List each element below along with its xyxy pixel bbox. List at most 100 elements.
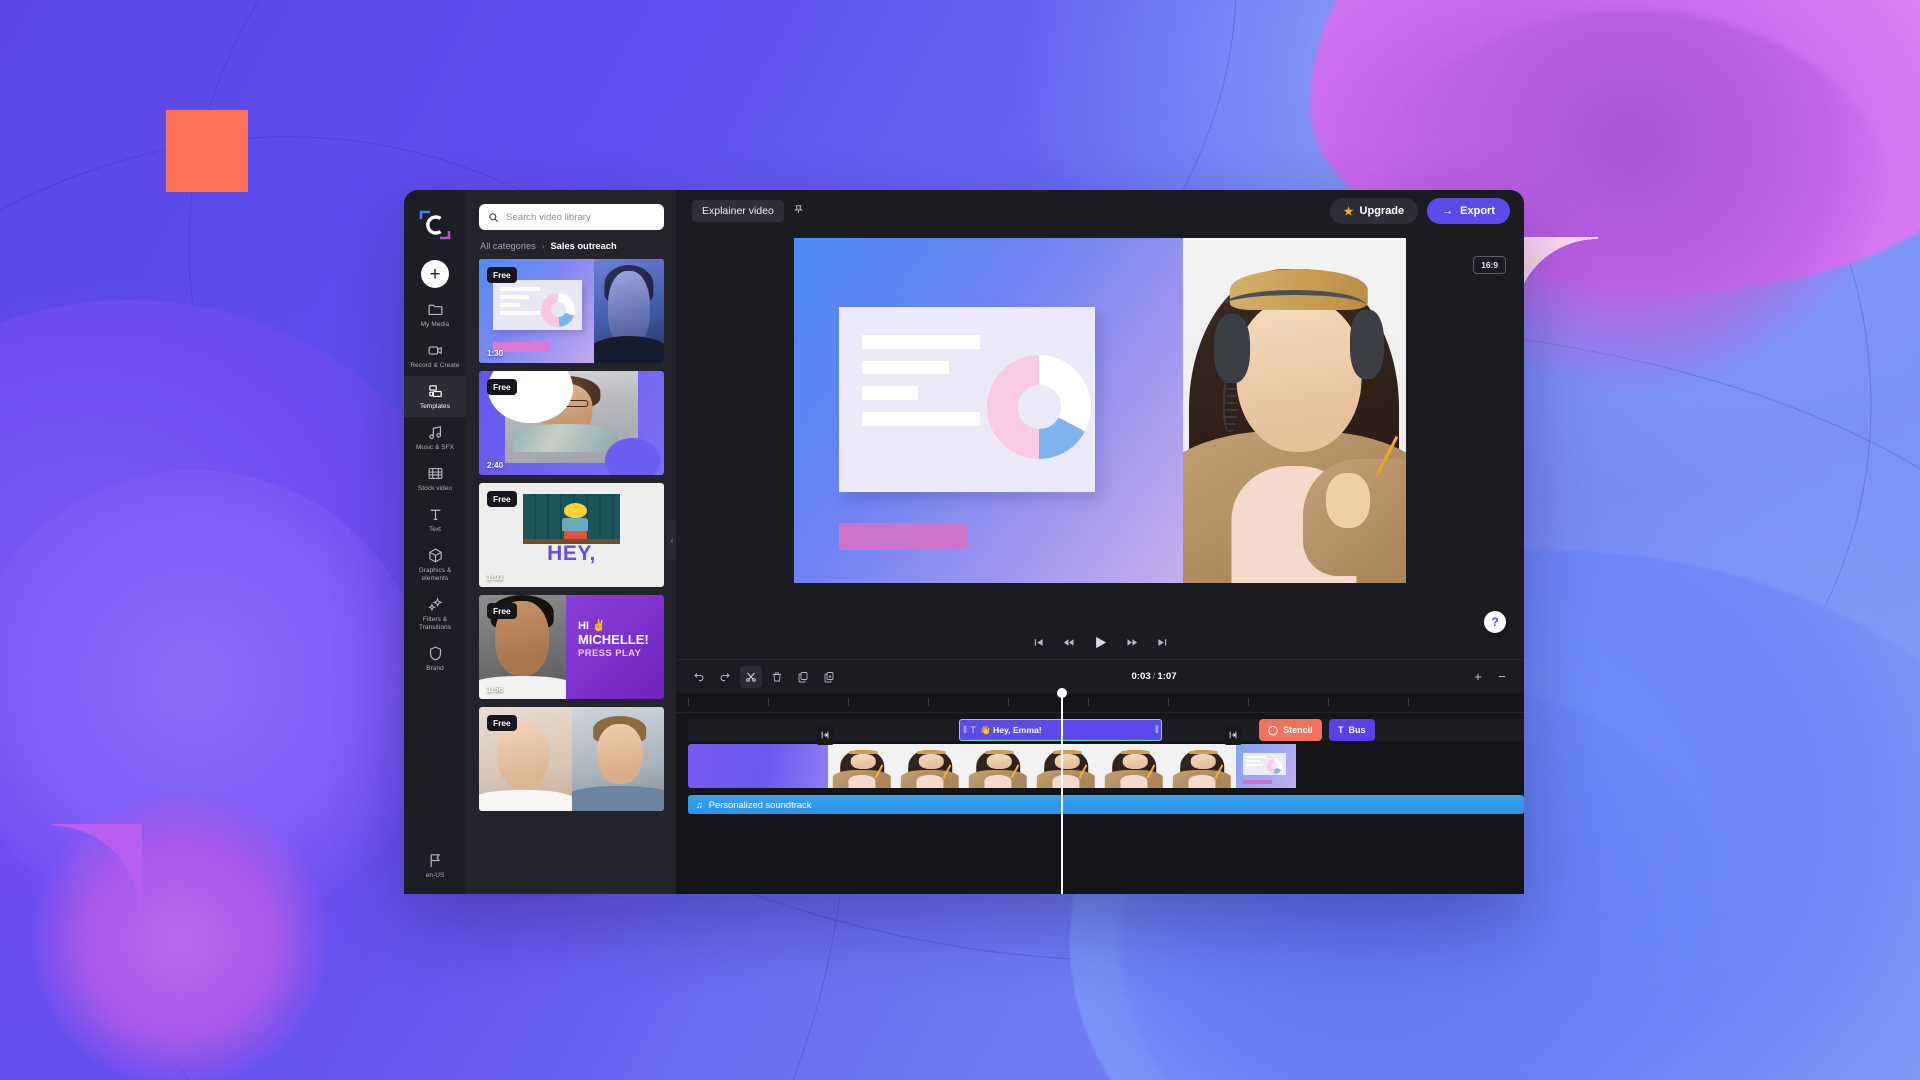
fast-forward-icon[interactable] (1126, 637, 1138, 648)
rewind-icon[interactable] (1063, 637, 1074, 648)
zoom-out-button[interactable]: − (1492, 667, 1512, 687)
timeline-ruler[interactable] (676, 693, 1524, 713)
transition-icon[interactable] (816, 725, 834, 745)
sidebar-item-templates[interactable]: Templates (404, 376, 466, 417)
duration-label: 1:30 (487, 349, 504, 358)
zoom-in-button[interactable]: + (1468, 667, 1488, 687)
search-icon (489, 212, 499, 222)
donut-chart (987, 354, 1092, 459)
sidebar-item-filters-transitions[interactable]: Filters & Transitions (404, 589, 466, 638)
template-line-2: MICHELLE! (577, 631, 649, 647)
sidebar-item-music-sfx[interactable]: Music & SFX (404, 417, 466, 458)
text-t-icon: T (1338, 725, 1344, 735)
bus-label: Bus (1348, 725, 1366, 735)
preview-area: 16:9 ? (676, 232, 1524, 633)
template-decor-circle-2 (604, 437, 661, 475)
total-time: 1:07 (1157, 671, 1177, 682)
video-thumbnail (828, 744, 896, 788)
clip-right-handle[interactable]: ‖ (1155, 725, 1159, 736)
redo-button[interactable] (714, 666, 736, 688)
duplicate-button[interactable] (792, 666, 814, 688)
star-icon: ★ (1343, 205, 1354, 218)
help-button[interactable]: ? (1484, 611, 1506, 633)
free-badge: Free (487, 379, 517, 395)
audio-track-label: Personalized soundtrack (708, 799, 812, 810)
text-clip-hey-emma[interactable]: ‖ T 👋 Hey, Emma! ‖ (959, 719, 1162, 741)
templates-icon (428, 385, 442, 398)
top-bar: Explainer video ★ Upgrade → Export (676, 190, 1524, 232)
template-text-panel: HI ✌ MICHELLE! PRESS PLAY (565, 595, 664, 699)
text-clip-label: 👋 Hey, Emma! (979, 724, 1042, 735)
bus-text-clip[interactable]: T Bus (1329, 719, 1375, 741)
music-note-icon: ♫ (696, 799, 703, 810)
duration-label: 2:40 (487, 461, 504, 470)
undo-button[interactable] (688, 666, 710, 688)
skip-back-icon[interactable] (1033, 637, 1044, 648)
sidebar-item-stock-video[interactable]: Stock video (404, 458, 466, 499)
chevron-right-icon: › (541, 241, 545, 251)
pin-icon[interactable] (793, 204, 804, 218)
template-card-hey-cartoon[interactable]: HEY, Free 1:03 (479, 483, 664, 587)
video-clip-presenter[interactable] (828, 744, 1236, 788)
split-button[interactable] (740, 665, 762, 688)
video-clip-outro[interactable] (1236, 744, 1296, 788)
stencil-clip[interactable]: ◯ Stencil (1259, 719, 1322, 741)
templates-panel: Search video library All categories › Sa… (466, 190, 676, 894)
video-preview[interactable] (794, 238, 1406, 583)
breadcrumb: All categories › Sales outreach (480, 241, 664, 251)
music-note-icon (428, 426, 441, 440)
sidebar-item-label: Templates (419, 403, 451, 410)
breadcrumb-root[interactable]: All categories (480, 241, 536, 251)
template-card-two-people-split[interactable]: Free (479, 707, 664, 811)
video-thumbnail (964, 744, 1032, 788)
text-t-icon: T (970, 724, 976, 736)
panel-collapse-handle[interactable]: ‹ (667, 520, 676, 560)
clipchamp-logo-icon[interactable] (418, 208, 452, 242)
sidebar-item-label: Brand (426, 665, 444, 672)
main-area: Explainer video ★ Upgrade → Export 16:9 (676, 190, 1524, 894)
sidebar-item-label: Record & Create (410, 362, 460, 369)
duration-label: 1:56 (487, 685, 504, 694)
upgrade-button[interactable]: ★ Upgrade (1329, 198, 1419, 224)
video-camera-icon (428, 346, 442, 355)
sidebar-item-my-media[interactable]: My Media (404, 294, 466, 335)
template-caption: HEY, (547, 542, 596, 566)
cube-icon (428, 548, 442, 563)
export-button[interactable]: → Export (1427, 198, 1510, 224)
sidebar-item-label: Music & SFX (415, 444, 455, 451)
left-rail: + My Media Record & Create Templates Mus… (404, 190, 466, 894)
duration-label: 1:03 (487, 573, 504, 582)
timeline-toolbar: 0:03/1:07 + − (676, 659, 1524, 693)
project-name-field[interactable]: Explainer video (692, 200, 784, 222)
clip-left-handle[interactable]: ‖ (963, 725, 967, 736)
preview-accent-bar (838, 523, 967, 551)
sidebar-item-record-create[interactable]: Record & Create (404, 335, 466, 376)
locale-switcher[interactable]: en-US (404, 845, 466, 894)
clipchamp-app-window: + My Media Record & Create Templates Mus… (404, 190, 1524, 894)
video-clip-intro[interactable] (688, 744, 828, 788)
transition-icon[interactable] (1224, 725, 1242, 745)
timecode-display: 0:03/1:07 (1131, 671, 1176, 682)
sparkles-icon (427, 597, 443, 612)
sidebar-item-graphics-elements[interactable]: Graphics & elements (404, 540, 466, 589)
sidebar-item-label: Filters & Transitions (418, 616, 452, 631)
template-line-3: PRESS PLAY (577, 647, 642, 659)
aspect-ratio-button[interactable]: 16:9 (1473, 256, 1506, 274)
add-media-button[interactable]: + (421, 260, 449, 288)
preview-slide-side (794, 238, 1183, 583)
save-to-media-button[interactable] (818, 666, 840, 688)
template-card-chart-presenter[interactable]: Free 1:30 (479, 259, 664, 363)
play-icon[interactable] (1093, 635, 1108, 650)
sidebar-item-brand[interactable]: Brand (404, 638, 466, 679)
stencil-icon: ◯ (1268, 724, 1279, 735)
shield-icon (429, 646, 441, 661)
audio-track-clip[interactable]: ♫ Personalized soundtrack (688, 795, 1524, 814)
template-card-hi-michelle[interactable]: HI ✌ MICHELLE! PRESS PLAY Free 1:56 (479, 595, 664, 699)
stencil-label: Stencil (1283, 725, 1313, 735)
search-input[interactable]: Search video library (479, 204, 664, 230)
template-card-curly-hair-man[interactable]: Free 2:40 (479, 371, 664, 475)
delete-button[interactable] (766, 666, 788, 688)
template-portrait (593, 259, 664, 363)
skip-forward-icon[interactable] (1157, 637, 1168, 648)
sidebar-item-text[interactable]: Text (404, 499, 466, 540)
